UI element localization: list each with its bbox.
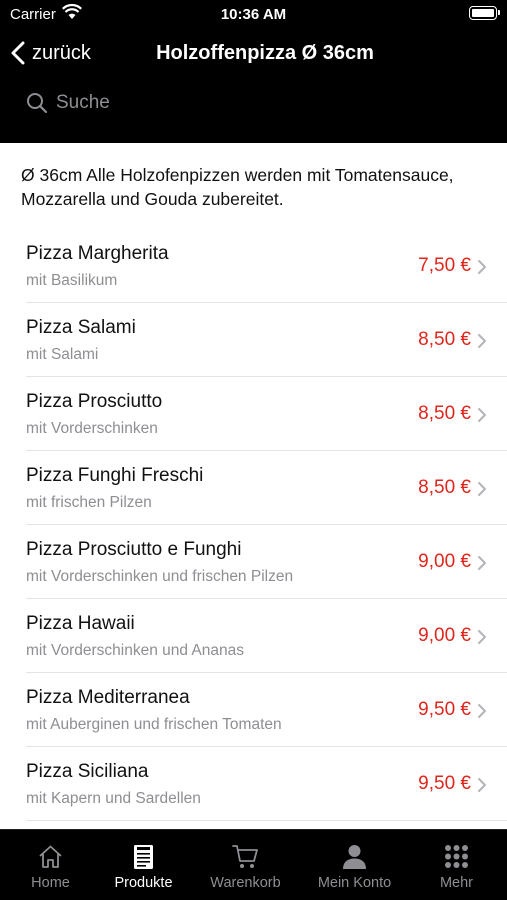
chevron-right-icon xyxy=(478,778,486,792)
menu-item[interactable]: Pizza Prosciutto e Funghi mit Vorderschi… xyxy=(0,525,507,599)
item-description: mit Salami xyxy=(26,346,99,363)
menu-list: Pizza Margherita mit Basilikum 7,50 € Pi… xyxy=(0,229,507,821)
menu-item[interactable]: Pizza Mediterranea mit Auberginen und fr… xyxy=(0,673,507,747)
search-placeholder: Suche xyxy=(56,92,110,113)
item-name: Pizza Siciliana xyxy=(26,761,149,782)
chevron-right-icon xyxy=(478,630,486,644)
item-description: mit Vorderschinken und Ananas xyxy=(26,642,244,659)
back-button[interactable]: zurück xyxy=(10,38,91,68)
item-description: mit Vorderschinken und frischen Pilzen xyxy=(26,568,294,585)
tab-home[interactable]: Home xyxy=(0,830,101,900)
menu-item[interactable]: Pizza Hawaii mit Vorderschinken und Anan… xyxy=(0,599,507,673)
menu-item[interactable]: Pizza Salami mit Salami 8,50 € xyxy=(0,303,507,377)
cart-icon xyxy=(232,845,258,868)
category-description: Ø 36cm Alle Holzofenpizzen werden mit To… xyxy=(21,165,454,209)
tab-label: Home xyxy=(31,875,70,891)
item-name: Pizza Salami xyxy=(26,317,136,338)
item-price: 8,50 € xyxy=(418,403,471,424)
page-title: Holzoffenpizza Ø 36cm xyxy=(156,42,374,64)
item-name: Pizza Funghi Freschi xyxy=(26,465,204,486)
tab-mehr[interactable]: Mehr xyxy=(406,830,507,900)
navigation-bar: zurück Holzoffenpizza Ø 36cm xyxy=(0,30,507,76)
clock: 10:36 AM xyxy=(220,6,287,23)
chevron-right-icon xyxy=(478,482,486,496)
item-name: Pizza Mediterranea xyxy=(26,687,190,708)
chevron-right-icon xyxy=(478,260,486,274)
item-price: 9,00 € xyxy=(418,551,471,572)
menu-card-icon xyxy=(134,845,153,869)
item-price: 8,50 € xyxy=(418,477,471,498)
chevron-right-icon xyxy=(478,408,486,422)
grid-dots-icon xyxy=(445,845,468,868)
item-name: Pizza Margherita xyxy=(26,243,169,264)
item-price: 8,50 € xyxy=(418,329,471,350)
item-name: Pizza Prosciutto xyxy=(26,391,163,412)
menu-item[interactable]: Pizza Siciliana mit Kapern und Sardellen… xyxy=(0,747,507,821)
tab-mein-konto[interactable]: Mein Konto xyxy=(304,830,405,900)
chevron-left-icon xyxy=(11,41,25,65)
tab-label: Produkte xyxy=(114,875,173,891)
item-name: Pizza Hawaii xyxy=(26,613,135,634)
tab-label: Mehr xyxy=(439,875,474,891)
tab-label: Mein Konto xyxy=(317,875,392,891)
item-price: 9,50 € xyxy=(418,699,471,720)
search-input[interactable]: Suche xyxy=(26,88,326,118)
item-description: mit Kapern und Sardellen xyxy=(26,790,201,807)
home-icon xyxy=(39,845,62,868)
item-price: 9,50 € xyxy=(418,773,471,794)
status-bar: Carrier 10:36 AM xyxy=(0,0,507,30)
item-description: mit frischen Pilzen xyxy=(26,494,152,511)
item-price: 9,00 € xyxy=(418,625,471,646)
tab-warenkorb[interactable]: Warenkorb xyxy=(195,830,296,900)
item-description: mit Vorderschinken xyxy=(26,420,158,437)
item-name: Pizza Prosciutto e Funghi xyxy=(26,539,242,560)
item-description: mit Basilikum xyxy=(26,272,118,289)
item-description: mit Auberginen und frischen Tomaten xyxy=(26,716,282,733)
chevron-right-icon xyxy=(478,334,486,348)
menu-item[interactable]: Pizza Margherita mit Basilikum 7,50 € xyxy=(0,229,507,303)
tab-produkte[interactable]: Produkte xyxy=(93,830,194,900)
back-label: zurück xyxy=(32,41,91,64)
menu-item[interactable]: Pizza Prosciutto mit Vorderschinken 8,50… xyxy=(0,377,507,451)
item-price: 7,50 € xyxy=(418,255,471,276)
search-bar: Suche xyxy=(0,80,507,126)
search-icon xyxy=(27,93,48,114)
tab-label: Warenkorb xyxy=(210,875,281,891)
menu-item[interactable]: Pizza Funghi Freschi mit frischen Pilzen… xyxy=(0,451,507,525)
battery-icon xyxy=(469,6,500,20)
chevron-right-icon xyxy=(478,556,486,570)
person-icon xyxy=(343,845,366,869)
chevron-right-icon xyxy=(478,704,486,718)
tab-bar: Home Produkte Warenkorb Mein Konto Mehr xyxy=(0,829,507,900)
product-list-view[interactable]: Ø 36cm Alle Holzofenpizzen werden mit To… xyxy=(0,143,507,829)
